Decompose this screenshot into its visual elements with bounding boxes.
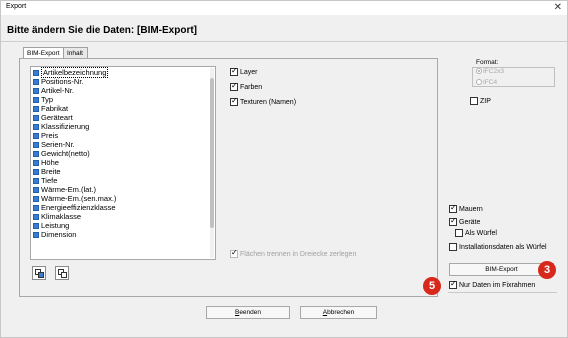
list-item[interactable]: Klassifizierung (33, 123, 89, 131)
checkbox-icon[interactable] (33, 133, 39, 140)
list-item[interactable]: Positions-Nr. (33, 78, 84, 86)
radio-ifc2x3[interactable]: IFC2x3 (476, 68, 504, 75)
abbrechen-label: bbrechen (327, 309, 355, 316)
list-item[interactable]: Breite (33, 168, 61, 176)
nur-daten-checkbox[interactable]: Nur Daten im Fixrahmen (449, 279, 535, 290)
checkbox-box[interactable] (230, 96, 238, 107)
list-item[interactable]: Artikel-Nr. (33, 87, 74, 95)
layer-checkbox[interactable]: Layer (230, 66, 258, 77)
installationsdaten-checkbox[interactable]: Installationsdaten als Würfel (449, 243, 547, 252)
close-icon[interactable]: ✕ (554, 1, 562, 14)
abbrechen-button[interactable]: Abbrechen (300, 306, 377, 319)
checkbox-icon[interactable] (33, 160, 39, 167)
list-scrollbar[interactable] (210, 68, 214, 258)
checkbox-icon[interactable] (33, 232, 39, 239)
beenden-label: eenden (239, 309, 262, 316)
checkbox-icon[interactable] (33, 169, 39, 176)
checkbox-box[interactable] (230, 66, 238, 77)
list-item[interactable]: Tiefe (33, 177, 57, 185)
format-label: Format: (476, 59, 499, 66)
checkbox-box[interactable] (455, 229, 463, 238)
radio-ifc4[interactable]: IFC4 (476, 79, 497, 86)
scrollbar-thumb[interactable] (210, 78, 214, 228)
checkbox-icon[interactable] (33, 196, 39, 203)
list-item[interactable]: Serien-Nr. (33, 141, 75, 149)
checkbox-box[interactable] (449, 279, 457, 290)
list-item[interactable]: Artikelbezeichnung (33, 67, 109, 78)
list-item[interactable]: Fabrikat (33, 105, 68, 113)
geraete-checkbox[interactable]: Geräte (449, 216, 480, 227)
select-all-icon (35, 269, 44, 278)
als-wuerfel-checkbox[interactable]: Als Würfel (455, 229, 497, 238)
page-title: Bitte ändern Sie die Daten: [BIM-Export] (7, 25, 198, 36)
export-dialog: Export ✕ Bitte ändern Sie die Daten: [BI… (0, 0, 568, 338)
list-item[interactable]: Geräteart (33, 114, 73, 122)
list-item[interactable]: Energieeffizienzklasse (33, 204, 116, 212)
list-item[interactable]: Wärme-Em.(sen.max.) (33, 195, 116, 203)
radio-icon[interactable] (476, 79, 482, 86)
zip-checkbox[interactable]: ZIP (470, 97, 491, 106)
divider (448, 292, 557, 293)
checkbox-box[interactable] (230, 81, 238, 92)
list-item[interactable]: Leistung (33, 222, 69, 230)
checkbox-box[interactable] (449, 203, 457, 214)
checkbox-box[interactable] (470, 97, 478, 106)
checkbox-box[interactable] (449, 243, 457, 252)
list-item[interactable]: Gewicht(netto) (33, 150, 90, 158)
checkbox-icon[interactable] (33, 214, 39, 221)
farben-checkbox[interactable]: Farben (230, 81, 262, 92)
checkbox-icon[interactable] (33, 97, 39, 104)
deselect-all-button[interactable] (55, 266, 69, 280)
beenden-button[interactable]: Beenden (206, 306, 290, 319)
attribute-list[interactable]: Artikelbezeichnung Positions-Nr. Artikel… (30, 66, 216, 260)
checkbox-icon[interactable] (33, 106, 39, 113)
select-all-button[interactable] (32, 266, 46, 280)
list-item[interactable]: Klimaklasse (33, 213, 81, 221)
checkbox-icon[interactable] (33, 187, 39, 194)
list-item[interactable]: Dimension (33, 231, 76, 239)
checkbox-icon[interactable] (33, 115, 39, 122)
list-item[interactable]: Typ (33, 96, 53, 104)
mauern-checkbox[interactable]: Mauern (449, 203, 483, 214)
checkbox-icon[interactable] (33, 142, 39, 149)
checkbox-icon[interactable] (33, 178, 39, 185)
checkbox-box[interactable] (449, 216, 457, 227)
callout-badge-3: 3 (538, 261, 556, 279)
list-item[interactable]: Preis (33, 132, 58, 140)
radio-icon[interactable] (476, 68, 482, 75)
list-item[interactable]: Wärme-Em.(lat.) (33, 186, 96, 194)
checkbox-icon[interactable] (33, 124, 39, 131)
checkbox-box[interactable] (230, 248, 238, 259)
texturen-checkbox[interactable]: Texturen (Namen) (230, 96, 296, 107)
checkbox-icon[interactable] (33, 88, 39, 95)
deselect-all-icon (58, 269, 67, 278)
format-group: Format: IFC2x3 IFC4 (466, 59, 555, 89)
divider (1, 41, 567, 42)
list-item[interactable]: Höhe (33, 159, 59, 167)
checkbox-icon[interactable] (33, 70, 39, 77)
title-bar: Export ✕ (1, 1, 567, 15)
callout-badge-5: 5 (423, 277, 441, 295)
window-title: Export (6, 3, 27, 10)
checkbox-icon[interactable] (33, 79, 39, 86)
checkbox-icon[interactable] (33, 205, 39, 212)
checkbox-icon[interactable] (33, 223, 39, 230)
flaechen-checkbox[interactable]: Flächen trennen in Dreiecke zerlegen (230, 248, 356, 259)
checkbox-icon[interactable] (33, 151, 39, 158)
